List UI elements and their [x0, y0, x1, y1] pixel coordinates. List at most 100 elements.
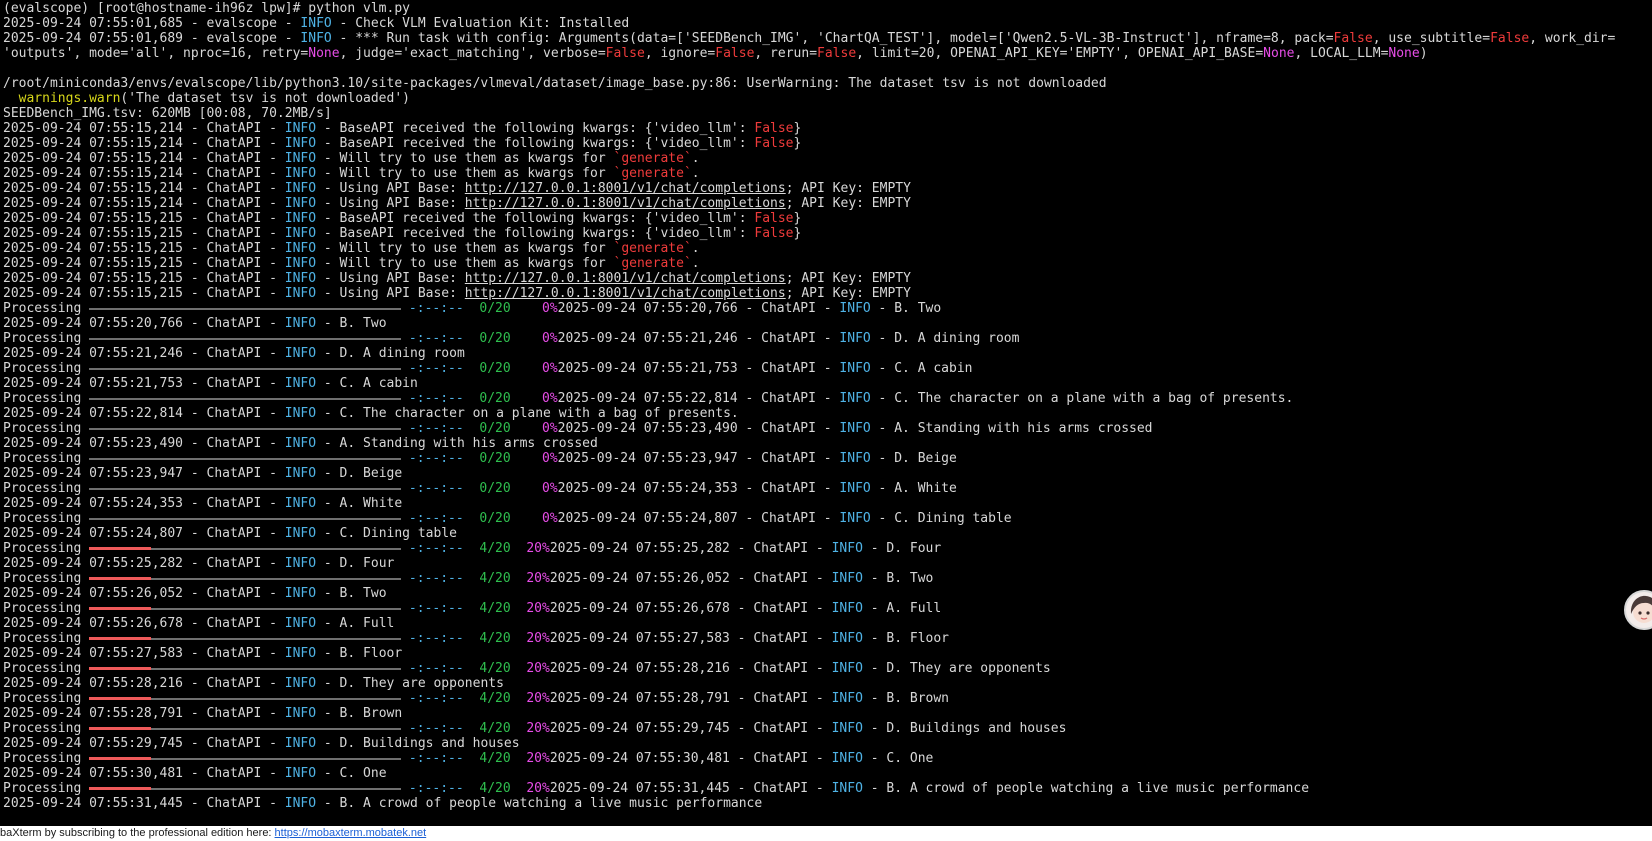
terminal-line: 2025-09-24 07:55:15,215 - ChatAPI - INFO… — [3, 241, 1643, 256]
line-text: - BaseAPI received the following kwargs:… — [316, 121, 755, 136]
progress-fill — [89, 727, 152, 730]
line-text: 2025-09-24 07:55:20,766 - ChatAPI - — [3, 316, 285, 331]
terminal-output: (evalscope) [root@hostname-ih96z lpw]# p… — [3, 1, 1643, 811]
line-text: - Check VLM Evaluation Kit: Installed — [331, 16, 630, 31]
terminal-line: 2025-09-24 07:55:15,214 - ChatAPI - INFO… — [3, 181, 1643, 196]
line-text: - Will try to use them as kwargs for — [316, 256, 614, 271]
api-url-link[interactable]: http://127.0.0.1:8001/v1/chat/completion… — [465, 286, 786, 301]
progress-eta: -:--:-- — [401, 721, 480, 736]
line-text: - C. The character on a plane with a bag… — [870, 391, 1294, 406]
progress-bar — [89, 751, 402, 766]
line-text: Processing — [3, 331, 90, 346]
progress-count: 4/20 — [479, 661, 511, 676]
line-text: 2025-09-24 07:55:29,745 - ChatAPI - — [3, 736, 285, 751]
line-text: - Using API Base: — [316, 271, 465, 286]
line-text: `generate` — [613, 256, 692, 271]
terminal-line: 2025-09-24 07:55:15,215 - ChatAPI - INFO… — [3, 256, 1643, 271]
progress-track — [89, 338, 402, 340]
log-level: INFO — [284, 436, 317, 451]
line-text: - Using API Base: — [316, 286, 465, 301]
progress-eta: -:--:-- — [401, 601, 480, 616]
line-text — [511, 721, 527, 736]
progress-count: 4/20 — [479, 541, 511, 556]
api-url-link[interactable]: http://127.0.0.1:8001/v1/chat/completion… — [465, 196, 786, 211]
line-text: - B. Floor — [316, 646, 403, 661]
line-text: Processing — [3, 481, 90, 496]
api-url-link[interactable]: http://127.0.0.1:8001/v1/chat/completion… — [465, 271, 786, 286]
progress-count: 4/20 — [479, 691, 511, 706]
progress-count: 4/20 — [479, 631, 511, 646]
line-text: - BaseAPI received the following kwargs:… — [316, 136, 755, 151]
progress-percent: 20% — [526, 601, 550, 616]
keyword: None — [308, 46, 340, 61]
line-text: 2025-09-24 07:55:22,814 - ChatAPI - — [3, 406, 285, 421]
line-text: Processing — [3, 421, 90, 436]
progress-eta: -:--:-- — [401, 691, 480, 706]
line-text: - B. Floor — [862, 631, 949, 646]
line-text: 2025-09-24 07:55:27,583 - ChatAPI - — [549, 631, 832, 646]
line-text — [511, 391, 542, 406]
terminal-line: 2025-09-24 07:55:31,445 - ChatAPI - INFO… — [3, 796, 1643, 811]
line-text: 2025-09-24 07:55:28,791 - ChatAPI - — [3, 706, 285, 721]
terminal-line: 2025-09-24 07:55:15,215 - ChatAPI - INFO… — [3, 211, 1643, 226]
progress-count: 0/20 — [479, 301, 511, 316]
progress-count: 0/20 — [479, 511, 511, 526]
terminal-line: Processing -:--:-- 0/20 0%2025-09-24 07:… — [3, 481, 1643, 496]
status-bar: baXterm by subscribing to the profession… — [0, 826, 1652, 841]
line-text: 'outputs', mode='all', nproc=16, retry= — [3, 46, 309, 61]
progress-eta: -:--:-- — [401, 751, 480, 766]
progress-fill — [89, 757, 152, 760]
progress-percent: 20% — [526, 751, 550, 766]
terminal-line: Processing -:--:-- 0/20 0%2025-09-24 07:… — [3, 511, 1643, 526]
line-text: . — [691, 151, 700, 166]
progress-bar — [89, 331, 402, 346]
line-text: 2025-09-24 07:55:26,678 - ChatAPI - — [3, 616, 285, 631]
line-text: SEEDBench_IMG.tsv: 620MB [00:08, 70.2MB/… — [3, 106, 332, 121]
log-level: INFO — [284, 496, 317, 511]
terminal-line: Processing -:--:-- 4/20 20%2025-09-24 07… — [3, 631, 1643, 646]
line-text: - A. Standing with his arms crossed — [316, 436, 598, 451]
progress-count: 0/20 — [479, 421, 511, 436]
terminal-line: Processing -:--:-- 4/20 20%2025-09-24 07… — [3, 721, 1643, 736]
line-text: 2025-09-24 07:55:23,947 - ChatAPI - — [3, 466, 285, 481]
terminal-line: 2025-09-24 07:55:29,745 - ChatAPI - INFO… — [3, 736, 1643, 751]
keyword: None — [1388, 46, 1420, 61]
line-text: - Using API Base: — [316, 196, 465, 211]
line-text: - A. White — [316, 496, 403, 511]
line-text: Processing — [3, 301, 90, 316]
terminal-window[interactable]: (evalscope) [root@hostname-ih96z lpw]# p… — [0, 0, 1652, 826]
line-text: `generate` — [613, 241, 692, 256]
api-url-link[interactable]: http://127.0.0.1:8001/v1/chat/completion… — [465, 181, 786, 196]
progress-fill — [89, 607, 152, 610]
terminal-line: 2025-09-24 07:55:30,481 - ChatAPI - INFO… — [3, 766, 1643, 781]
terminal-line: Processing -:--:-- 4/20 20%2025-09-24 07… — [3, 541, 1643, 556]
progress-eta: -:--:-- — [401, 421, 480, 436]
keyword: False — [715, 46, 755, 61]
line-text: - B. Two — [862, 571, 934, 586]
line-text: - D. Beige — [870, 451, 957, 466]
progress-count: 0/20 — [479, 361, 511, 376]
terminal-line: 2025-09-24 07:55:15,215 - ChatAPI - INFO… — [3, 226, 1643, 241]
log-level: INFO — [284, 736, 317, 751]
line-text: 2025-09-24 07:55:15,214 - ChatAPI - — [3, 121, 285, 136]
progress-count: 4/20 — [479, 751, 511, 766]
progress-percent: 20% — [526, 721, 550, 736]
progress-bar — [89, 541, 402, 556]
progress-percent: 20% — [526, 691, 550, 706]
terminal-line: Processing -:--:-- 0/20 0%2025-09-24 07:… — [3, 361, 1643, 376]
line-text: 2025-09-24 07:55:30,481 - ChatAPI - — [549, 751, 832, 766]
line-text: Processing — [3, 691, 90, 706]
log-level: INFO — [839, 451, 871, 466]
log-level: INFO — [839, 331, 871, 346]
progress-percent: 0% — [542, 361, 558, 376]
mobaxterm-link[interactable]: https://mobaxterm.mobatek.net — [275, 827, 427, 839]
log-level: INFO — [839, 421, 871, 436]
progress-percent: 20% — [526, 661, 550, 676]
line-text: } — [793, 121, 802, 136]
line-text: Processing — [3, 511, 90, 526]
progress-bar — [89, 391, 402, 406]
line-text: 2025-09-24 07:55:24,807 - ChatAPI - — [557, 511, 840, 526]
status-text: baXterm by subscribing to the profession… — [0, 827, 275, 839]
line-text — [511, 361, 542, 376]
terminal-line: Processing -:--:-- 0/20 0%2025-09-24 07:… — [3, 391, 1643, 406]
